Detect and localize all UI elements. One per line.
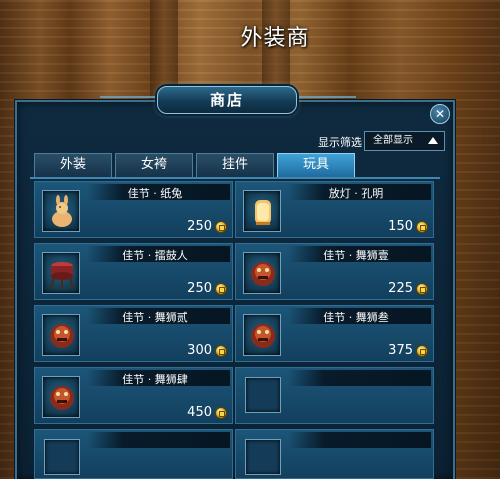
item-slot[interactable]: [243, 252, 281, 294]
lion-dance-icon: [50, 324, 74, 348]
item-slot[interactable]: [243, 190, 281, 232]
tab-divider: [30, 177, 440, 179]
name-bar: [288, 370, 431, 386]
shop-item-card[interactable]: 放灯 · 孔明 150: [235, 181, 434, 238]
title-ornament: [296, 96, 356, 104]
gold-coin-icon: [215, 283, 227, 295]
gold-coin-icon: [215, 345, 227, 357]
item-price: 150: [388, 219, 413, 234]
paper-rabbit-icon: [52, 195, 72, 227]
item-slot[interactable]: [42, 252, 80, 294]
item-name: 放灯 · 孔明: [328, 187, 384, 200]
lion-dance-icon: [50, 386, 74, 410]
empty-item-card: [34, 429, 233, 479]
empty-item-card: [235, 367, 434, 424]
dropdown-arrow-icon: [428, 137, 438, 144]
shop-item-card[interactable]: 佳节 · 舞狮肆 450: [34, 367, 233, 424]
shop-item-card[interactable]: 佳节 · 纸兔 250: [34, 181, 233, 238]
shop-item-card[interactable]: 佳节 · 擂鼓人 250: [34, 243, 233, 300]
filter-dropdown[interactable]: 全部显示: [364, 131, 445, 151]
gold-coin-icon: [416, 283, 428, 295]
name-bar: [288, 432, 431, 448]
window-title: 商店: [157, 86, 297, 114]
empty-item-slot: [245, 439, 281, 475]
close-icon: ✕: [434, 107, 446, 121]
drummer-icon: [50, 262, 74, 290]
item-price: 225: [388, 281, 413, 296]
item-price: 450: [187, 405, 212, 420]
item-name: 佳节 · 舞狮壹: [323, 249, 389, 262]
shop-item-card[interactable]: 佳节 · 舞狮贰 300: [34, 305, 233, 362]
name-bar: [87, 432, 230, 448]
empty-item-slot: [245, 377, 281, 413]
kongming-lantern-icon: [255, 200, 271, 225]
lion-dance-icon: [251, 324, 275, 348]
item-name: 佳节 · 舞狮贰: [122, 311, 188, 324]
item-name: 佳节 · 纸兔: [127, 187, 183, 200]
item-price: 300: [187, 343, 212, 358]
item-price: 250: [187, 219, 212, 234]
title-ornament: [100, 96, 160, 104]
item-slot[interactable]: [42, 190, 80, 232]
item-name: 佳节 · 舞狮肆: [122, 373, 188, 386]
item-name: 佳节 · 舞狮叁: [323, 311, 389, 324]
gold-coin-icon: [215, 221, 227, 233]
tab-outfit[interactable]: 外装: [34, 153, 112, 177]
shop-item-card[interactable]: 佳节 · 舞狮壹 225: [235, 243, 434, 300]
shop-item-card[interactable]: 佳节 · 舞狮叁 375: [235, 305, 434, 362]
item-price: 375: [388, 343, 413, 358]
item-slot[interactable]: [42, 314, 80, 356]
npc-title: 外装商: [240, 26, 310, 51]
filter-label: 显示筛选: [318, 136, 362, 149]
item-slot[interactable]: [42, 376, 80, 418]
item-price: 250: [187, 281, 212, 296]
gold-coin-icon: [215, 407, 227, 419]
gold-coin-icon: [416, 221, 428, 233]
empty-item-slot: [44, 439, 80, 475]
gold-coin-icon: [416, 345, 428, 357]
item-slot[interactable]: [243, 314, 281, 356]
item-name: 佳节 · 擂鼓人: [122, 249, 188, 262]
filter-selected-value: 全部显示: [373, 135, 413, 146]
tab-skirt[interactable]: 女袴: [115, 153, 193, 177]
lion-dance-icon: [251, 262, 275, 286]
tab-pendant[interactable]: 挂件: [196, 153, 274, 177]
close-button[interactable]: ✕: [430, 104, 450, 124]
empty-item-card: [235, 429, 434, 479]
tab-toys[interactable]: 玩具: [277, 153, 355, 177]
